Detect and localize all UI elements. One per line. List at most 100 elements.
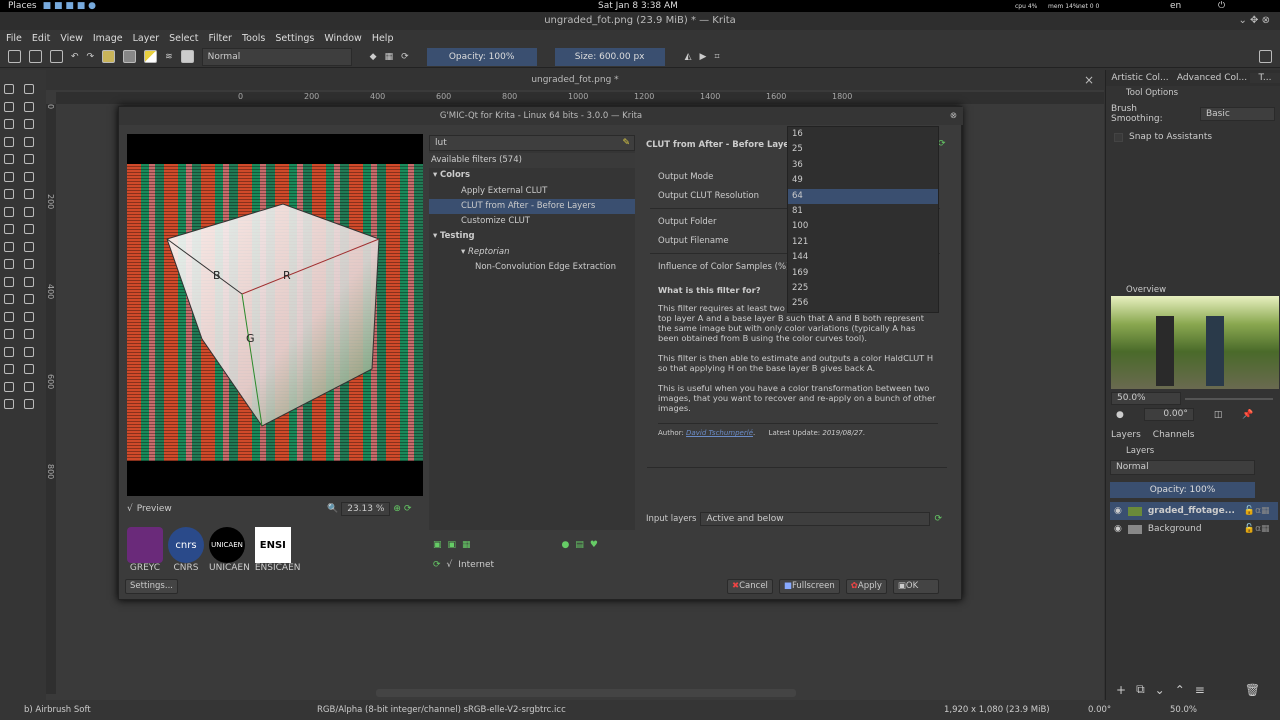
tool-icon[interactable]: [4, 189, 14, 199]
expand-icon[interactable]: ●: [562, 540, 570, 550]
reload-icon[interactable]: ⟳: [401, 52, 409, 62]
ok-button[interactable]: ▣OK: [892, 579, 939, 594]
tool-icon[interactable]: [24, 84, 34, 94]
filter-item[interactable]: Customize CLUT: [429, 214, 635, 229]
dropdown-option[interactable]: 225: [788, 281, 938, 296]
size-slider[interactable]: Size: 600.00 px: [554, 47, 665, 66]
layer-row[interactable]: ◉ graded_ffotage... 🔓α▦: [1110, 502, 1278, 520]
status-brush[interactable]: b) Airbrush Soft: [24, 705, 91, 715]
tool-icon[interactable]: [4, 119, 14, 129]
add-layer-icon[interactable]: +: [1116, 683, 1126, 697]
tool-icon[interactable]: [4, 171, 14, 182]
redo-icon[interactable]: ↷: [87, 52, 95, 62]
tool-icon[interactable]: [4, 364, 14, 374]
expand-arrow-icon[interactable]: ▾: [461, 247, 468, 257]
filter-search-input[interactable]: lut ✎: [429, 135, 635, 151]
tool-icon[interactable]: [24, 381, 34, 392]
tool-icon[interactable]: [24, 294, 34, 304]
dialog-close-icon[interactable]: ⊗: [950, 107, 957, 125]
color-swap-icon[interactable]: [144, 50, 158, 63]
tool-icon[interactable]: [24, 399, 34, 409]
alpha-lock-icon[interactable]: ▦: [385, 52, 394, 62]
dropdown-option[interactable]: 64: [788, 188, 938, 204]
gradient-icon[interactable]: [102, 50, 116, 63]
dropdown-option[interactable]: 100: [788, 219, 938, 234]
horizontal-scrollbar[interactable]: [376, 689, 796, 697]
selection-icon[interactable]: ♥: [590, 540, 598, 550]
overview-zoom-slider[interactable]: [1185, 397, 1273, 400]
brush-smoothing-select[interactable]: Basic: [1199, 107, 1275, 121]
dropdown-option[interactable]: 16: [788, 127, 938, 142]
dropdown-option[interactable]: 49: [788, 173, 938, 188]
duplicate-layer-icon[interactable]: ⧉: [1136, 682, 1145, 697]
eraser-icon[interactable]: ◆: [370, 52, 377, 62]
move-down-icon[interactable]: ⌄: [1155, 683, 1165, 697]
tab-layers[interactable]: Layers: [1111, 430, 1141, 440]
tool-icon[interactable]: [4, 154, 14, 164]
update-icon[interactable]: ⟳: [433, 560, 441, 570]
menu-window[interactable]: Window: [324, 33, 361, 44]
new-icon[interactable]: [8, 50, 21, 63]
brush-preset-icon[interactable]: ≋: [165, 52, 173, 62]
tool-icon[interactable]: [24, 101, 34, 112]
tab-artistic-color[interactable]: Artistic Col...: [1106, 73, 1174, 83]
eye-icon[interactable]: ◉: [1114, 506, 1122, 516]
dropdown-option[interactable]: 169: [788, 266, 938, 281]
close-icon[interactable]: ×: [1084, 70, 1094, 90]
overview-thumbnail[interactable]: [1111, 296, 1279, 389]
move-up-icon[interactable]: ⌃: [1175, 683, 1185, 697]
tool-icon[interactable]: [4, 381, 14, 392]
visibility-icon[interactable]: ▤: [575, 540, 584, 550]
save-icon[interactable]: [50, 50, 63, 63]
internet-toggle[interactable]: ⟳ √ Internet: [433, 560, 494, 570]
tool-icon[interactable]: [24, 154, 34, 164]
menu-view[interactable]: View: [60, 33, 83, 44]
tool-icon[interactable]: [24, 136, 34, 147]
tool-icon[interactable]: [24, 346, 34, 357]
layer-blend-select[interactable]: Normal: [1110, 460, 1255, 475]
snap-checkbox[interactable]: [1114, 132, 1123, 142]
tab-channels[interactable]: Channels: [1153, 430, 1195, 440]
filter-item[interactable]: ▾ Reptorian: [429, 245, 635, 260]
remove-fave-icon[interactable]: ▣: [448, 540, 457, 550]
open-icon[interactable]: [29, 50, 42, 63]
lock-icon[interactable]: 🔓α▦: [1244, 506, 1270, 516]
tool-icon[interactable]: [4, 84, 14, 94]
apply-button[interactable]: ✿Apply: [845, 579, 887, 594]
rotation-icon[interactable]: ●: [1116, 410, 1124, 420]
language-selector[interactable]: en: [1170, 1, 1181, 11]
menu-tools[interactable]: Tools: [242, 33, 265, 44]
clut-resolution-dropdown[interactable]: 16 25 36 49 64 81 100 121 144 169 225 256: [787, 126, 939, 313]
mirror-horizontal-icon[interactable]: ◭: [685, 52, 692, 62]
tool-icon[interactable]: [24, 171, 34, 182]
document-tab[interactable]: ungraded_fot.png * ×: [46, 70, 1104, 90]
dropdown-option[interactable]: 256: [788, 296, 938, 311]
author-link[interactable]: David Tschumperlé: [686, 429, 753, 437]
add-fave-icon[interactable]: ▣: [433, 540, 442, 550]
tool-icon[interactable]: [24, 329, 34, 339]
filter-item[interactable]: Non-Convolution Edge Extraction: [429, 260, 635, 275]
tab-advanced-color[interactable]: Advanced Col...: [1174, 73, 1250, 83]
pin-icon[interactable]: 📌: [1242, 410, 1253, 420]
clock[interactable]: Sat Jan 8 3:38 AM: [598, 1, 678, 11]
tool-icon[interactable]: [24, 206, 34, 217]
mirror-view-icon[interactable]: ◫: [1214, 410, 1223, 420]
layer-opacity-slider[interactable]: Opacity: 100%: [1110, 482, 1255, 498]
brush-tip-icon[interactable]: [180, 50, 194, 63]
window-controls[interactable]: ⌄ ✥ ⊗: [1239, 12, 1271, 30]
pattern-icon[interactable]: [123, 50, 137, 63]
tool-icon[interactable]: [4, 206, 14, 217]
opacity-slider[interactable]: Opacity: 100%: [426, 47, 537, 66]
tool-icon[interactable]: [4, 259, 14, 269]
menu-image[interactable]: Image: [93, 33, 123, 44]
expand-arrow-icon[interactable]: ▾: [433, 231, 440, 241]
undo-icon[interactable]: ↶: [71, 52, 79, 62]
menu-settings[interactable]: Settings: [275, 33, 314, 44]
tool-icon[interactable]: [24, 276, 34, 287]
zoom-out-icon[interactable]: 🔍: [327, 504, 338, 514]
tab-tool-options[interactable]: T...: [1250, 73, 1280, 83]
tool-icon[interactable]: [4, 241, 14, 252]
tool-icon[interactable]: [4, 311, 14, 322]
wrap-icon[interactable]: ⌗: [714, 52, 719, 62]
menu-edit[interactable]: Edit: [32, 33, 50, 44]
